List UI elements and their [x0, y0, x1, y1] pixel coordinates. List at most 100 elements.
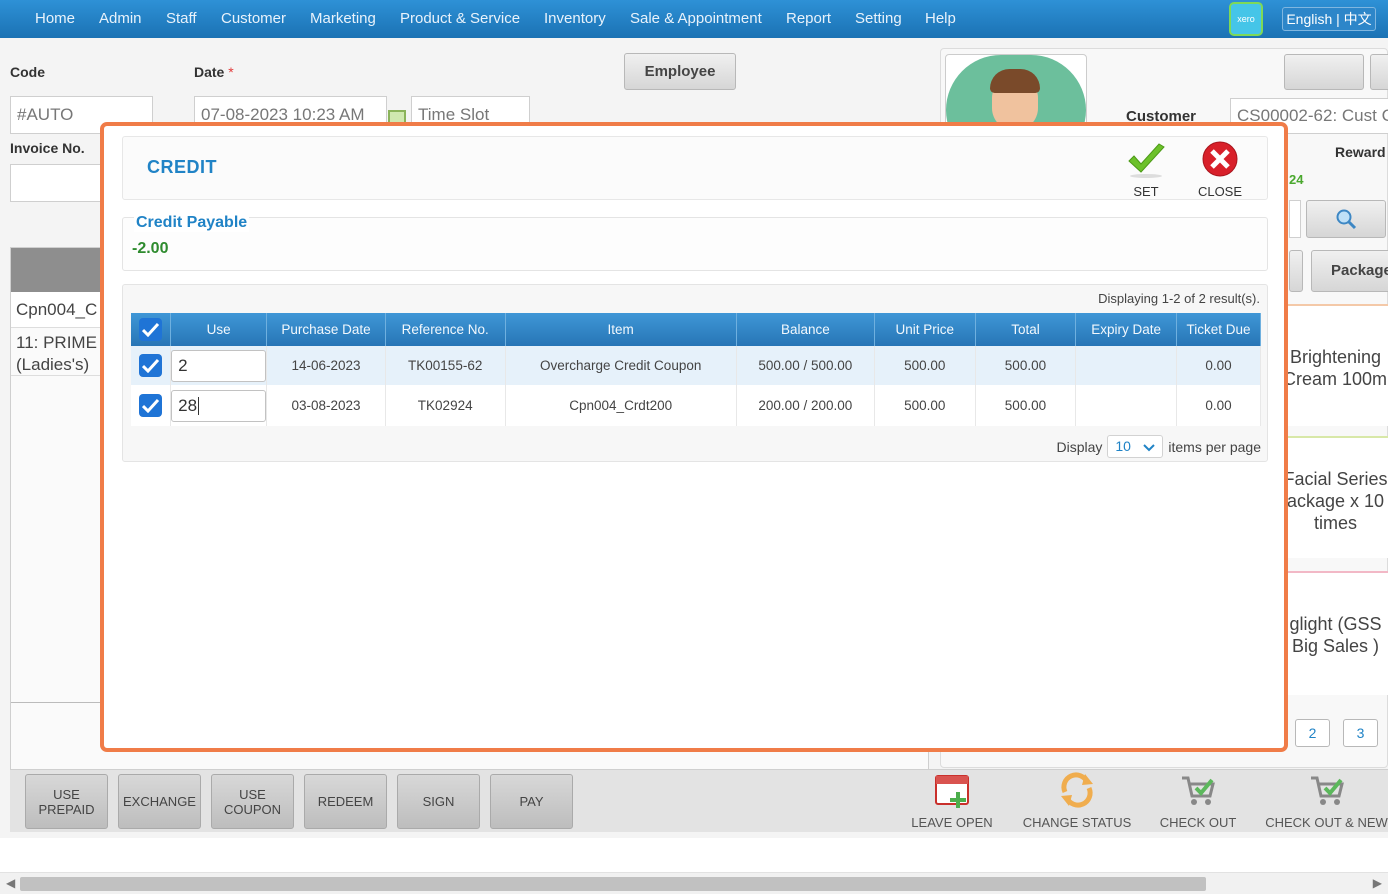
col-ticket-due[interactable]: Ticket Due	[1176, 313, 1262, 346]
customer-extra-button[interactable]	[1370, 54, 1388, 90]
display-label: Display	[1056, 438, 1103, 455]
row-checkbox[interactable]	[139, 394, 163, 417]
col-unit-price[interactable]: Unit Price	[874, 313, 976, 346]
date-label-text: Date	[194, 64, 225, 80]
per-page-select[interactable]: 10	[1107, 435, 1164, 458]
check-out-new-label: CHECK OUT & NEW	[1265, 815, 1388, 830]
chevron-down-icon	[1143, 444, 1156, 452]
col-reference[interactable]: Reference No.	[385, 313, 506, 346]
exchange-button[interactable]: EXCHANGE	[118, 774, 201, 829]
set-button[interactable]: SET	[1116, 141, 1176, 199]
set-label: SET	[1133, 184, 1159, 199]
use-coupon-line2: COUPON	[223, 801, 282, 817]
xero-icon[interactable]: xero	[1229, 2, 1263, 36]
product-card-1[interactable]: Brightening Cream 100ml	[1283, 304, 1388, 426]
nav-marketing[interactable]: Marketing	[310, 0, 376, 38]
balance-cell: 500.00 / 500.00	[736, 346, 875, 385]
redeem-button[interactable]: REDEEM	[304, 774, 387, 829]
checkmark-icon	[1128, 143, 1165, 178]
category-tab[interactable]	[1289, 250, 1303, 292]
scroll-left-icon[interactable]: ◀	[6, 876, 15, 890]
search-field[interactable]	[1289, 200, 1301, 238]
scroll-right-icon[interactable]: ▶	[1373, 876, 1382, 890]
total-cell: 500.00	[975, 385, 1077, 426]
expiry-cell	[1075, 346, 1177, 385]
nav-inventory[interactable]: Inventory	[544, 0, 606, 38]
nav-home[interactable]: Home	[35, 0, 75, 38]
select-all-checkbox[interactable]	[139, 318, 163, 341]
col-total[interactable]: Total	[975, 313, 1077, 346]
nav-setting[interactable]: Setting	[855, 0, 902, 38]
col-use[interactable]: Use	[170, 313, 268, 346]
unit-price-cell: 500.00	[874, 346, 976, 385]
product-card-3[interactable]: glight (GSS Big Sales )	[1283, 571, 1388, 695]
package-tab[interactable]: Package	[1311, 250, 1388, 292]
search-icon	[1336, 209, 1357, 230]
modal-title: CREDIT	[147, 157, 217, 177]
purchase-date-cell: 03-08-2023	[266, 385, 386, 426]
leave-open-label: LEAVE OPEN	[911, 815, 993, 830]
scrollbar-thumb[interactable]	[20, 877, 1206, 891]
close-label: CLOSE	[1197, 184, 1243, 199]
use-input[interactable]: 28	[171, 389, 267, 422]
product-card-3-line2: Big Sales )	[1291, 636, 1380, 656]
ticket-due-cell: 0.00	[1176, 385, 1262, 426]
product-card-2[interactable]: Facial Series ackage x 10 times	[1283, 436, 1388, 558]
modal-header: CREDIT SET CLOSE	[122, 136, 1268, 200]
use-coupon-line1: USE	[239, 786, 266, 802]
nav-product-service[interactable]: Product & Service	[400, 0, 520, 38]
cart-row-2-line2: (Ladies's)	[16, 355, 90, 374]
search-button[interactable]	[1306, 200, 1386, 238]
product-card-1-line2: Cream 100ml	[1283, 369, 1388, 389]
nav-sale-appointment[interactable]: Sale & Appointment	[630, 0, 762, 38]
credit-payable-box: Credit Payable -2.00	[122, 214, 1268, 271]
cart-row-2[interactable]: 11: PRIME (Ladies's)	[16, 332, 97, 376]
calendar-add-icon	[935, 775, 969, 808]
leave-open-action[interactable]: LEAVE OPEN	[910, 770, 994, 830]
top-nav-bar: Home Admin Staff Customer Marketing Prod…	[0, 0, 1388, 38]
select-all-cell[interactable]	[131, 313, 172, 346]
close-button[interactable]: CLOSE	[1190, 141, 1250, 199]
check-out-new-action[interactable]: CHECK OUT & NEW	[1265, 770, 1388, 830]
employee-button[interactable]: Employee	[624, 53, 736, 90]
use-input[interactable]: 2	[171, 349, 267, 382]
nav-staff[interactable]: Staff	[166, 0, 197, 38]
cart-row-2-line1: 11: PRIME	[16, 333, 97, 352]
code-label: Code	[10, 64, 45, 80]
table-row[interactable]: 28 03-08-2023 TK02924 Cpn004_Crdt200 200…	[131, 385, 1262, 426]
col-purchase-date[interactable]: Purchase Date	[266, 313, 386, 346]
col-balance[interactable]: Balance	[736, 313, 875, 346]
col-expiry-date[interactable]: Expiry Date	[1075, 313, 1177, 346]
pay-button[interactable]: PAY	[490, 774, 573, 829]
sign-button[interactable]: SIGN	[397, 774, 480, 829]
invoice-field[interactable]	[10, 164, 110, 202]
check-out-action[interactable]: CHECK OUT	[1158, 770, 1238, 830]
page-2-button[interactable]: 2	[1295, 719, 1330, 747]
items-per-page-label: items per page	[1168, 438, 1261, 455]
cart-check-icon	[1182, 776, 1215, 805]
language-switch[interactable]: English | 中文	[1282, 7, 1376, 31]
product-card-1-line1: Brightening	[1289, 347, 1382, 367]
change-status-action[interactable]: CHANGE STATUS	[1022, 770, 1132, 830]
use-prepaid-line1: USE	[53, 786, 80, 802]
use-coupon-button[interactable]: USE COUPON	[211, 774, 294, 829]
nav-customer[interactable]: Customer	[221, 0, 286, 38]
close-icon	[1202, 141, 1238, 177]
col-item[interactable]: Item	[505, 313, 737, 346]
nav-report[interactable]: Report	[786, 0, 831, 38]
reference-cell: TK02924	[385, 385, 506, 426]
credit-payable-value: -2.00	[132, 240, 169, 257]
nav-admin[interactable]: Admin	[99, 0, 142, 38]
table-row[interactable]: 2 14-06-2023 TK00155-62 Overcharge Credi…	[131, 346, 1262, 385]
horizontal-scrollbar[interactable]: ◀ ▶	[0, 872, 1388, 894]
expiry-cell	[1075, 385, 1177, 426]
use-prepaid-button[interactable]: USE PREPAID	[25, 774, 108, 829]
display-info: Displaying 1-2 of 2 result(s).	[1098, 291, 1260, 306]
item-cell: Cpn004_Crdt200	[505, 385, 737, 426]
row-checkbox[interactable]	[139, 354, 163, 377]
page-3-button[interactable]: 3	[1343, 719, 1378, 747]
cart-check-new-icon	[1310, 776, 1344, 805]
customer-settings-button[interactable]	[1284, 54, 1364, 90]
credit-payable-label: Credit Payable	[134, 214, 250, 232]
nav-help[interactable]: Help	[925, 0, 956, 38]
